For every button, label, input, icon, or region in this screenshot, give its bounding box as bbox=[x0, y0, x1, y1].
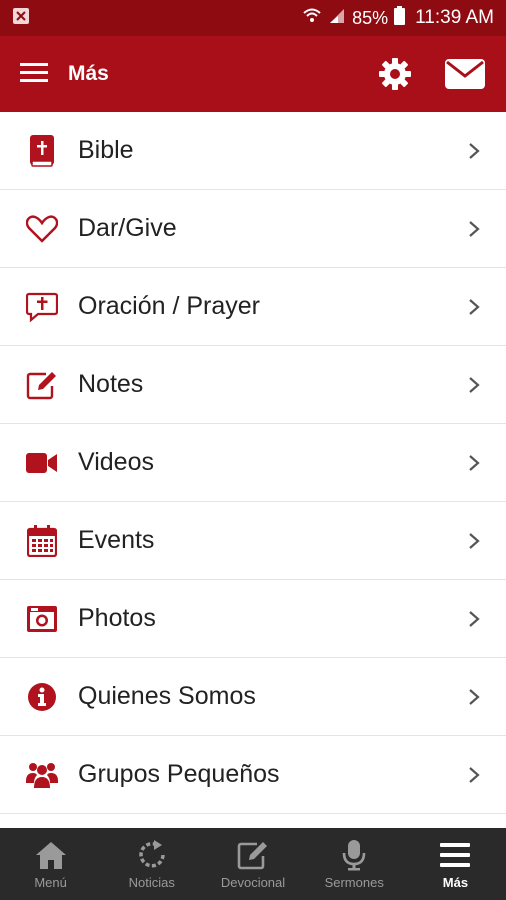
settings-button[interactable] bbox=[374, 53, 416, 95]
chevron-right-icon bbox=[464, 453, 484, 473]
menu-item-small-groups[interactable]: Grupos Pequeños bbox=[0, 736, 506, 814]
app-bar: Más bbox=[0, 36, 506, 112]
menu-item-prayer[interactable]: Oración / Prayer bbox=[0, 268, 506, 346]
tab-sermons[interactable]: Sermones bbox=[304, 828, 405, 900]
battery-icon bbox=[394, 6, 406, 30]
home-icon bbox=[34, 838, 68, 872]
tab-label: Noticias bbox=[128, 875, 175, 890]
menu-item-label: Bible bbox=[78, 136, 134, 164]
page-title: Más bbox=[68, 62, 109, 85]
menu-item-about[interactable]: Quienes Somos bbox=[0, 658, 506, 736]
tab-news[interactable]: Noticias bbox=[101, 828, 202, 900]
tab-label: Sermones bbox=[324, 875, 384, 890]
tab-label: Devocional bbox=[220, 875, 286, 890]
signal-icon bbox=[328, 7, 346, 30]
notes-icon bbox=[24, 367, 60, 403]
menu-item-videos[interactable]: Videos bbox=[0, 424, 506, 502]
wifi-icon bbox=[302, 7, 322, 30]
refresh-icon bbox=[135, 838, 169, 872]
group-icon bbox=[24, 757, 60, 793]
chevron-right-icon bbox=[464, 687, 484, 707]
menu-item-label: Notes bbox=[78, 370, 144, 398]
chevron-right-icon bbox=[464, 297, 484, 317]
tab-menu[interactable]: Menú bbox=[0, 828, 101, 900]
chevron-right-icon bbox=[464, 219, 484, 239]
menu-item-label: Oración / Prayer bbox=[78, 292, 261, 320]
chevron-right-icon bbox=[464, 609, 484, 629]
menu-item-label: Events bbox=[78, 526, 155, 554]
tab-label: Más bbox=[442, 875, 469, 890]
battery-percent: 85% bbox=[352, 7, 389, 28]
menu-item-label: Quienes Somos bbox=[78, 682, 256, 710]
menu-item-label: Videos bbox=[78, 448, 154, 476]
chevron-right-icon bbox=[464, 375, 484, 395]
video-icon bbox=[24, 445, 60, 481]
menu-item-label: Photos bbox=[78, 604, 156, 632]
menu-item-photos[interactable]: Photos bbox=[0, 580, 506, 658]
bible-icon bbox=[24, 133, 60, 169]
chevron-right-icon bbox=[464, 141, 484, 161]
edit-icon bbox=[236, 838, 270, 872]
menu-item-bible[interactable]: Bible bbox=[0, 112, 506, 190]
chevron-right-icon bbox=[464, 531, 484, 551]
menu-item-label: Dar/Give bbox=[78, 214, 177, 242]
hamburger-menu-button[interactable] bbox=[20, 62, 48, 87]
clock: 11:39 AM bbox=[415, 7, 494, 28]
chevron-right-icon bbox=[464, 765, 484, 785]
notification-icon bbox=[12, 7, 30, 30]
more-menu-list: Bible Dar/Give Oración / Prayer Notes Vi… bbox=[0, 112, 506, 814]
mail-icon bbox=[445, 59, 485, 89]
menu-icon bbox=[438, 838, 472, 872]
gear-icon bbox=[379, 58, 411, 90]
status-bar: 85% 11:39 AM bbox=[0, 0, 506, 36]
microphone-icon bbox=[337, 838, 371, 872]
prayer-icon bbox=[24, 289, 60, 325]
tab-label: Menú bbox=[34, 875, 67, 890]
menu-item-events[interactable]: Events bbox=[0, 502, 506, 580]
tab-devotional[interactable]: Devocional bbox=[202, 828, 303, 900]
menu-item-notes[interactable]: Notes bbox=[0, 346, 506, 424]
mail-button[interactable] bbox=[444, 53, 486, 95]
photo-icon bbox=[24, 601, 60, 637]
menu-item-give[interactable]: Dar/Give bbox=[0, 190, 506, 268]
heart-icon bbox=[24, 211, 60, 247]
info-icon bbox=[24, 679, 60, 715]
tab-more[interactable]: Más bbox=[405, 828, 506, 900]
calendar-icon bbox=[24, 523, 60, 559]
menu-item-label: Grupos Pequeños bbox=[78, 760, 280, 788]
bottom-nav: Menú Noticias Devocional Sermones Más bbox=[0, 828, 506, 900]
